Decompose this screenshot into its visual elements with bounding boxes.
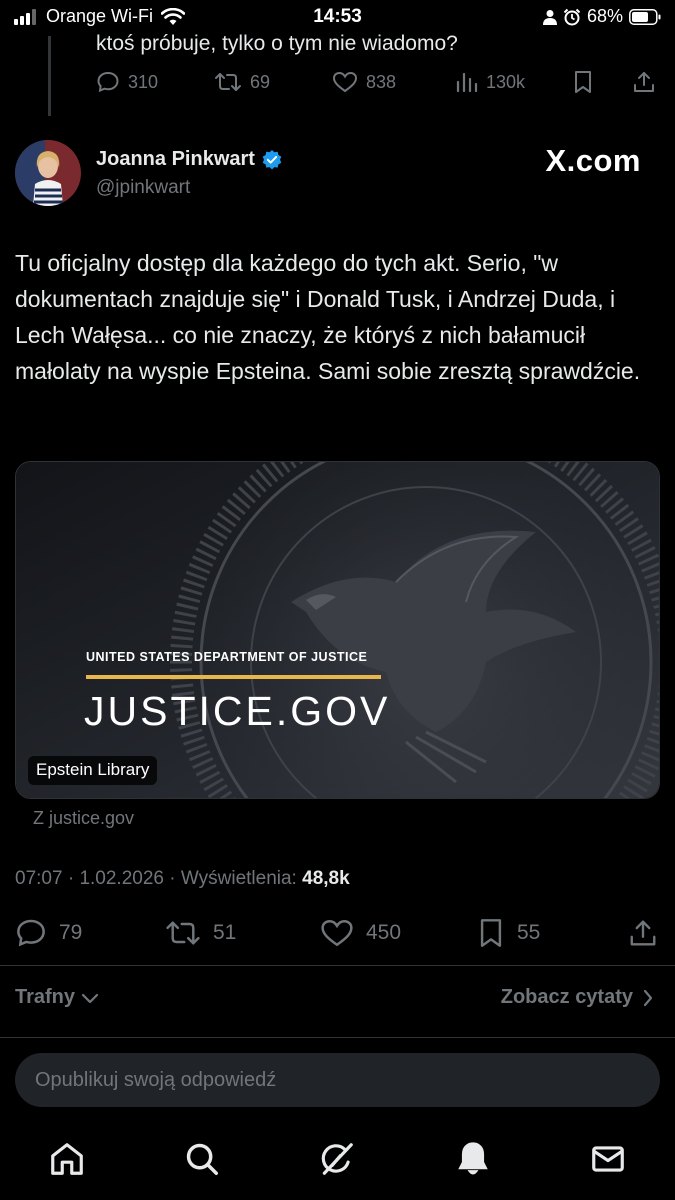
sort-dropdown[interactable]: Trafny bbox=[15, 986, 99, 1009]
tweet-meta: 07:07 · 1.02.2026 · Wyświetlenia: 48,8k bbox=[15, 868, 350, 889]
tab-notifications[interactable] bbox=[454, 1140, 492, 1178]
alarm-icon bbox=[563, 8, 581, 25]
bookmark-icon bbox=[575, 71, 591, 93]
prev-reply-count: 310 bbox=[128, 71, 159, 92]
prev-like-button[interactable]: 838 bbox=[332, 70, 396, 94]
card-small-heading: UNITED STATES DEPARTMENT OF JUSTICE bbox=[86, 650, 368, 664]
author-handle[interactable]: @jpinkwart bbox=[96, 177, 190, 199]
reply-placeholder: Opublikuj swoją odpowiedź bbox=[35, 1069, 277, 1091]
views-icon bbox=[456, 72, 478, 93]
grok-icon bbox=[321, 1143, 353, 1175]
prev-retweet-count: 69 bbox=[250, 71, 271, 92]
like-button[interactable]: 450 bbox=[320, 917, 401, 949]
bookmark-icon bbox=[480, 919, 502, 947]
status-right: 68% bbox=[542, 6, 661, 27]
views-value: 48,8k bbox=[302, 868, 350, 889]
tab-home[interactable] bbox=[48, 1140, 86, 1178]
reply-icon bbox=[17, 919, 45, 947]
card-accent-line bbox=[86, 675, 381, 679]
reply-input[interactable]: Opublikuj swoją odpowiedź bbox=[15, 1053, 660, 1107]
views-label: Wyświetlenia: bbox=[180, 868, 297, 889]
prev-retweet-button[interactable]: 69 bbox=[214, 70, 270, 94]
reply-icon bbox=[97, 71, 119, 93]
see-quotes-label: Zobacz cytaty bbox=[500, 986, 633, 1008]
tweet-text: Tu oficjalny dostęp dla każdego do tych … bbox=[15, 250, 641, 384]
previous-tweet-actions: 310 69 838 130k bbox=[96, 70, 661, 100]
retweet-icon bbox=[215, 73, 241, 91]
doj-seal-background bbox=[16, 462, 659, 798]
prev-views-count: 130k bbox=[486, 71, 526, 92]
like-count: 450 bbox=[366, 921, 402, 944]
share-icon bbox=[634, 72, 654, 92]
status-bar: Orange Wi-Fi 14:53 68% bbox=[0, 0, 675, 36]
retweet-count: 51 bbox=[213, 921, 237, 944]
card-source[interactable]: Z justice.gov bbox=[33, 808, 134, 829]
chevron-right-icon bbox=[643, 989, 653, 1006]
tweet-actions: 79 51 450 55 bbox=[15, 917, 660, 951]
share-icon bbox=[630, 920, 656, 946]
heart-icon bbox=[321, 919, 353, 947]
heart-icon bbox=[332, 71, 358, 93]
bookmark-button[interactable]: 55 bbox=[477, 917, 540, 949]
retweet-button[interactable]: 51 bbox=[165, 917, 236, 949]
prev-share-button[interactable] bbox=[632, 70, 656, 94]
bookmark-count: 55 bbox=[517, 921, 541, 944]
prev-like-count: 838 bbox=[366, 71, 397, 92]
author-name-row[interactable]: Joanna Pinkwart bbox=[96, 148, 283, 171]
divider bbox=[0, 1037, 675, 1038]
thread-line bbox=[48, 36, 51, 116]
avatar[interactable] bbox=[15, 140, 81, 206]
reply-button[interactable]: 79 bbox=[15, 917, 82, 949]
divider bbox=[0, 965, 675, 966]
tab-bar bbox=[0, 1120, 675, 1200]
battery-percent: 68% bbox=[586, 6, 623, 26]
avatar-photo bbox=[15, 140, 81, 206]
tweet-time[interactable]: 07:07 bbox=[15, 868, 63, 889]
chevron-down-icon bbox=[81, 993, 99, 1003]
mail-icon bbox=[592, 1146, 624, 1172]
reply-count: 79 bbox=[59, 921, 83, 944]
bell-icon bbox=[458, 1142, 488, 1175]
person-icon bbox=[542, 9, 557, 25]
xcom-watermark: X.com bbox=[545, 143, 641, 178]
author-name[interactable]: Joanna Pinkwart bbox=[96, 148, 255, 171]
prev-reply-button[interactable]: 310 bbox=[96, 70, 158, 94]
see-quotes-link[interactable]: Zobacz cytaty bbox=[501, 986, 653, 1009]
card-big-heading: JUSTICE.GOV bbox=[84, 688, 391, 734]
link-card[interactable]: UNITED STATES DEPARTMENT OF JUSTICE JUST… bbox=[15, 461, 660, 799]
previous-tweet-text[interactable]: ktoś próbuje, tylko o tym nie wiadomo? bbox=[96, 32, 458, 56]
tab-search[interactable] bbox=[183, 1140, 221, 1178]
card-title-label: Epstein Library bbox=[28, 756, 158, 785]
verified-badge-icon bbox=[262, 149, 282, 169]
retweet-icon bbox=[166, 921, 200, 945]
tab-messages[interactable] bbox=[589, 1140, 627, 1178]
prev-views-button[interactable]: 130k bbox=[454, 70, 525, 94]
prev-bookmark-button[interactable] bbox=[572, 70, 594, 94]
share-button[interactable] bbox=[628, 917, 658, 949]
battery-icon bbox=[629, 8, 661, 25]
home-icon bbox=[51, 1143, 83, 1175]
tweet-date[interactable]: 1.02.2026 bbox=[79, 868, 164, 889]
tab-grok[interactable] bbox=[318, 1140, 356, 1178]
search-icon bbox=[186, 1143, 218, 1175]
sort-label: Trafny bbox=[15, 986, 76, 1008]
